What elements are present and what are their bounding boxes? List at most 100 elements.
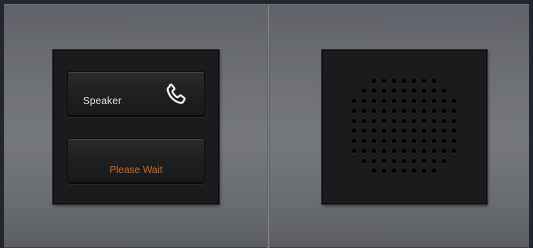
phone-handset-icon (166, 83, 186, 104)
grille-hole (432, 99, 436, 103)
grille-hole (402, 119, 406, 123)
grille-hole (402, 109, 406, 113)
grille-hole (442, 129, 446, 133)
grille-hole (372, 129, 376, 133)
intercom-frame: Speaker Please Wait (0, 0, 533, 248)
grille-hole (392, 129, 396, 133)
grille-hole (382, 79, 386, 83)
grille-hole (412, 99, 416, 103)
grille-hole (452, 109, 456, 113)
grille-hole (442, 109, 446, 113)
grille-hole (422, 119, 426, 123)
grille-hole (372, 89, 376, 93)
grille-hole (372, 169, 376, 173)
grille-hole (382, 89, 386, 93)
grille-hole (352, 119, 356, 123)
grille-hole (432, 129, 436, 133)
grille-hole (392, 149, 396, 153)
grille-hole (362, 109, 366, 113)
grille-hole (392, 89, 396, 93)
grille-hole (452, 99, 456, 103)
grille-hole (452, 119, 456, 123)
grille-hole (362, 89, 366, 93)
grille-hole (422, 169, 426, 173)
grille-hole (352, 129, 356, 133)
grille-hole (372, 139, 376, 143)
grille-hole (352, 149, 356, 153)
grille-hole (382, 99, 386, 103)
grille-hole (422, 139, 426, 143)
speaker-button[interactable]: Speaker (67, 71, 205, 117)
grille-hole (402, 79, 406, 83)
button-module: Speaker Please Wait (53, 50, 219, 204)
grille-hole (382, 109, 386, 113)
grille-hole (442, 99, 446, 103)
grille-hole (402, 139, 406, 143)
grille-hole (422, 129, 426, 133)
status-display[interactable]: Please Wait (67, 138, 205, 184)
grille-hole (442, 159, 446, 163)
grille-hole (442, 149, 446, 153)
grille-hole (362, 119, 366, 123)
grille-hole (442, 119, 446, 123)
grille-hole (422, 89, 426, 93)
grille-hole (452, 139, 456, 143)
grille-hole (352, 99, 356, 103)
grille-hole (432, 89, 436, 93)
grille-hole (422, 149, 426, 153)
grille-hole (402, 129, 406, 133)
grille-hole (402, 149, 406, 153)
grille-hole (362, 139, 366, 143)
grille-hole (372, 109, 376, 113)
grille-hole (402, 159, 406, 163)
grille-hole (362, 129, 366, 133)
grille-hole (432, 149, 436, 153)
grille-hole (412, 89, 416, 93)
grille-hole (372, 149, 376, 153)
grille-hole (372, 79, 376, 83)
grille-hole (392, 99, 396, 103)
grille-hole (362, 149, 366, 153)
grille-hole (362, 99, 366, 103)
grille-hole (392, 109, 396, 113)
grille-hole (412, 149, 416, 153)
grille-hole (402, 99, 406, 103)
grille-hole (392, 119, 396, 123)
grille-hole (392, 159, 396, 163)
grille-hole (352, 109, 356, 113)
speaker-grille (352, 79, 458, 173)
grille-hole (382, 119, 386, 123)
grille-hole (402, 89, 406, 93)
grille-hole (392, 79, 396, 83)
grille-hole (412, 139, 416, 143)
grille-hole (422, 109, 426, 113)
grille-hole (412, 169, 416, 173)
grille-hole (392, 169, 396, 173)
grille-hole (372, 99, 376, 103)
grille-hole (382, 129, 386, 133)
grille-hole (382, 149, 386, 153)
grille-hole (382, 139, 386, 143)
grille-hole (422, 99, 426, 103)
grille-hole (432, 159, 436, 163)
grille-hole (362, 159, 366, 163)
grille-hole (412, 119, 416, 123)
speaker-button-label: Speaker (83, 96, 122, 107)
grille-hole (412, 129, 416, 133)
grille-hole (372, 159, 376, 163)
grille-hole (392, 139, 396, 143)
status-label: Please Wait (109, 165, 163, 176)
grille-hole (352, 139, 356, 143)
grille-hole (422, 79, 426, 83)
grille-hole (432, 169, 436, 173)
grille-hole (372, 119, 376, 123)
grille-hole (432, 139, 436, 143)
grille-hole (382, 169, 386, 173)
grille-hole (452, 129, 456, 133)
grille-hole (422, 159, 426, 163)
grille-hole (442, 139, 446, 143)
grille-hole (412, 159, 416, 163)
grille-hole (402, 169, 406, 173)
speaker-module (322, 50, 487, 204)
grille-hole (412, 79, 416, 83)
